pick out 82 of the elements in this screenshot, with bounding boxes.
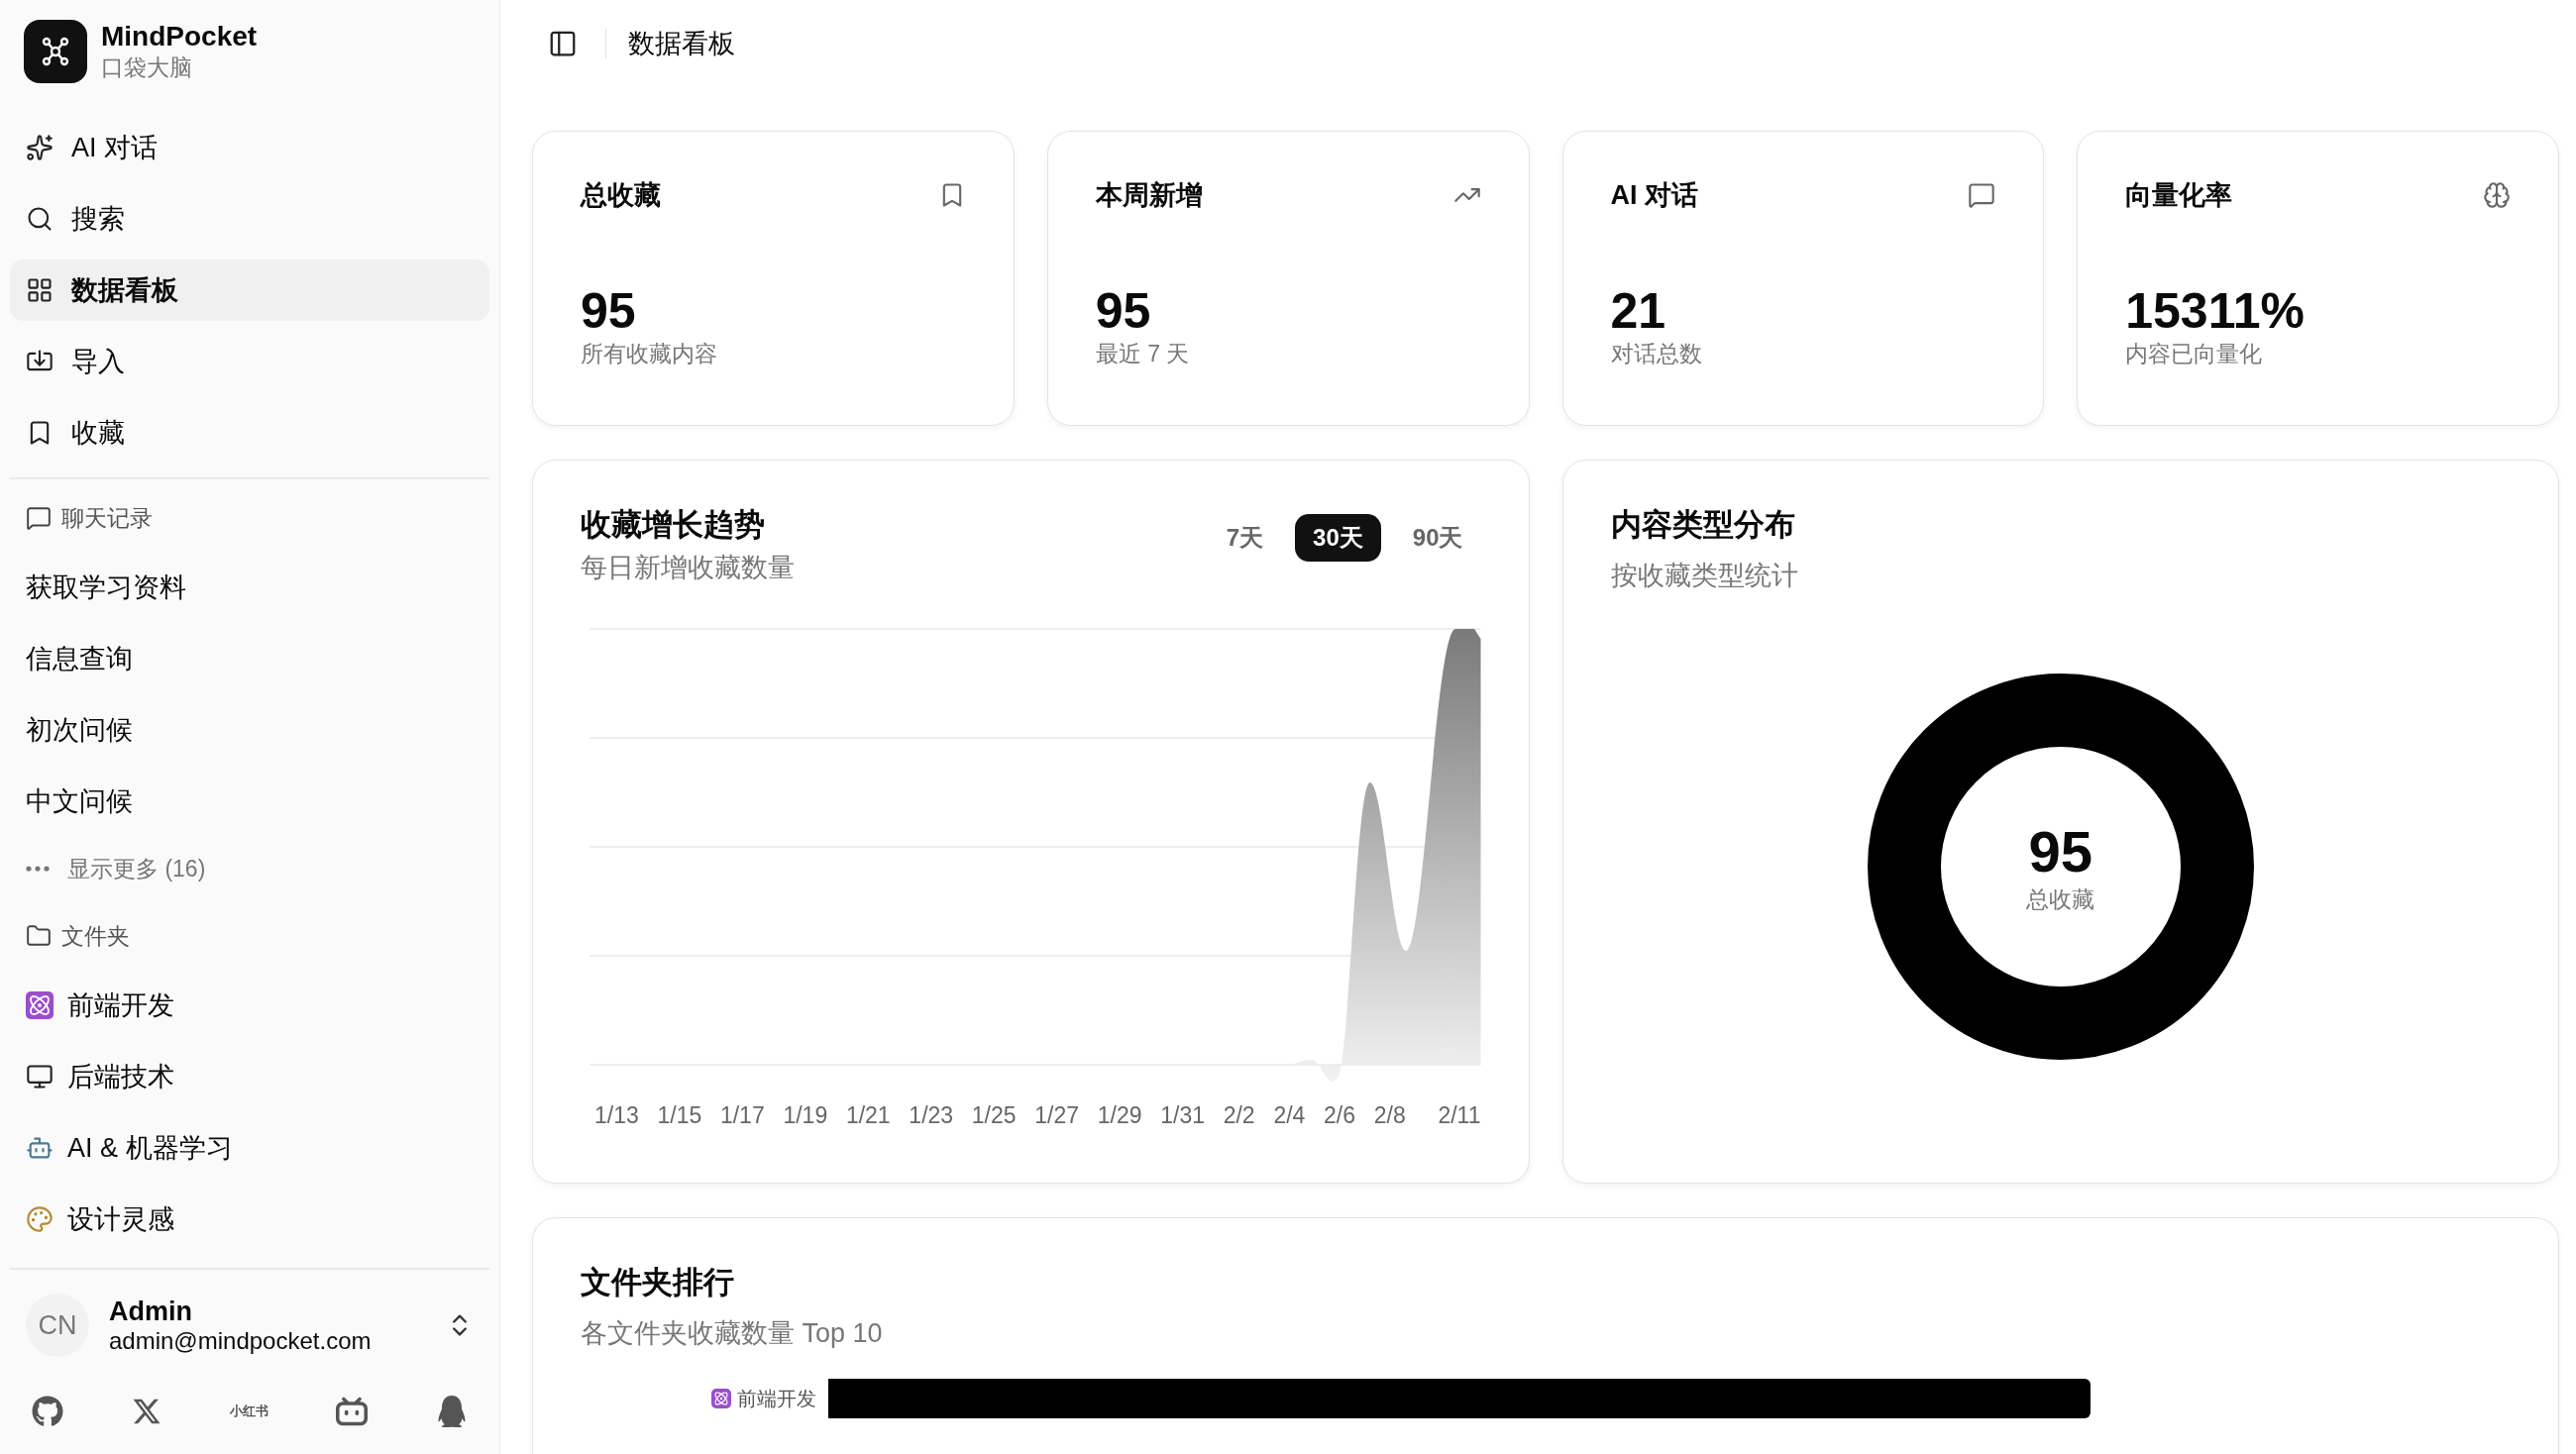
- sparkles-icon: [26, 134, 54, 161]
- axis-label: 1/27: [1034, 1102, 1080, 1129]
- chat-item[interactable]: 初次问候: [10, 699, 489, 761]
- card-title: 收藏增长趋势: [581, 506, 766, 544]
- brain-icon: [2483, 181, 2511, 209]
- atom-icon: [711, 1389, 731, 1408]
- show-more-link[interactable]: 显示更多 (16): [10, 840, 489, 897]
- stat-value: 21: [1610, 284, 1667, 339]
- card-subtitle: 每日新增收藏数量: [581, 552, 795, 584]
- folder-item[interactable]: AI & 机器学习: [10, 1117, 489, 1179]
- chat-item[interactable]: 信息查询: [10, 628, 489, 689]
- total-label: 总收藏: [2026, 884, 2095, 914]
- axis-label: 2/4: [1273, 1102, 1306, 1129]
- panel-icon: [548, 29, 578, 58]
- penguin-link[interactable]: [436, 1395, 468, 1428]
- stat-title: 向量化率: [2125, 179, 2233, 212]
- folder-item[interactable]: 设计灵感: [10, 1189, 489, 1250]
- total-value: 95: [2028, 817, 2093, 884]
- axis-label: 1/15: [657, 1102, 702, 1129]
- penguin-icon: [436, 1396, 468, 1427]
- user-name: Admin: [109, 1296, 193, 1327]
- nav-item[interactable]: 搜索: [10, 188, 489, 250]
- chat-bubble-icon: [26, 505, 52, 531]
- app-subtitle: 口袋大脑: [101, 52, 193, 82]
- axis-label: 2/8: [1373, 1102, 1406, 1129]
- app-name: MindPocket: [101, 20, 258, 52]
- chat-item[interactable]: 获取学习资料: [10, 557, 489, 618]
- nav-item[interactable]: 导入: [10, 331, 489, 392]
- stat-caption: 所有收藏内容: [581, 340, 718, 368]
- axis-label: 1/13: [594, 1102, 639, 1129]
- folder-icon: [26, 923, 52, 949]
- stat-caption: 内容已向量化: [2125, 340, 2264, 368]
- bar-label: 前端开发: [737, 1386, 816, 1411]
- palette-icon: [26, 1205, 54, 1233]
- nav-item[interactable]: AI 对话: [10, 117, 489, 178]
- axis-label: 1/19: [783, 1102, 828, 1129]
- folder-item[interactable]: 后端技术: [10, 1046, 489, 1107]
- axis-label: 1/31: [1160, 1102, 1205, 1129]
- stat-caption: 最近 7 天: [1095, 340, 1191, 368]
- card-title: 文件夹排行: [581, 1264, 735, 1301]
- section-title: 聊天记录: [61, 503, 153, 533]
- range-tab[interactable]: 7天: [1208, 514, 1282, 562]
- card-subtitle: 各文件夹收藏数量 Top 10: [581, 1317, 884, 1350]
- folder-item[interactable]: 前端开发: [10, 975, 489, 1036]
- stat-title: 本周新增: [1095, 179, 1203, 212]
- axis-label: 1/21: [845, 1102, 891, 1129]
- avatar: CN: [26, 1294, 89, 1357]
- text-logo-link[interactable]: 小红书: [229, 1395, 268, 1428]
- card-title: 内容类型分布: [1610, 506, 1796, 544]
- ellipsis-icon: [26, 866, 50, 872]
- axis-label: 1/29: [1097, 1102, 1142, 1129]
- range-tab[interactable]: 90天: [1394, 514, 1481, 562]
- user-email: admin@mindpocket.com: [109, 1326, 373, 1355]
- tv-icon: [336, 1396, 369, 1427]
- nav-item[interactable]: 数据看板: [10, 260, 489, 321]
- grid-icon: [26, 276, 54, 304]
- stat-title: 总收藏: [581, 179, 661, 212]
- nav-item[interactable]: 收藏: [10, 402, 489, 464]
- axis-label: 1/17: [719, 1102, 765, 1129]
- axis-label: 2/6: [1324, 1102, 1356, 1129]
- page-title: 数据看板: [628, 28, 735, 60]
- axis-label: 1/23: [909, 1102, 954, 1129]
- github-link[interactable]: [32, 1395, 63, 1428]
- tv-link[interactable]: [336, 1395, 369, 1428]
- x-logo-icon: [131, 1397, 161, 1426]
- stat-title: AI 对话: [1610, 179, 1698, 212]
- axis-label: 2/2: [1223, 1102, 1255, 1129]
- stat-value: 95: [1095, 284, 1152, 339]
- atom-icon: [26, 991, 54, 1019]
- card-subtitle: 按收藏类型统计: [1610, 560, 1799, 592]
- chat-item[interactable]: 中文问候: [10, 771, 489, 832]
- section-title: 文件夹: [61, 921, 130, 951]
- stat-value: 15311%: [2125, 284, 2306, 339]
- axis-label: 1/25: [971, 1102, 1017, 1129]
- search-icon: [26, 205, 54, 233]
- stat-value: 95: [581, 284, 637, 339]
- chat-bubble-icon: [1968, 181, 1996, 209]
- github-icon: [32, 1396, 63, 1427]
- axis-label: 2/11: [1438, 1102, 1481, 1129]
- range-tab[interactable]: 30天: [1295, 514, 1381, 562]
- stat-caption: 对话总数: [1610, 340, 1703, 368]
- monitor-icon: [26, 1063, 54, 1090]
